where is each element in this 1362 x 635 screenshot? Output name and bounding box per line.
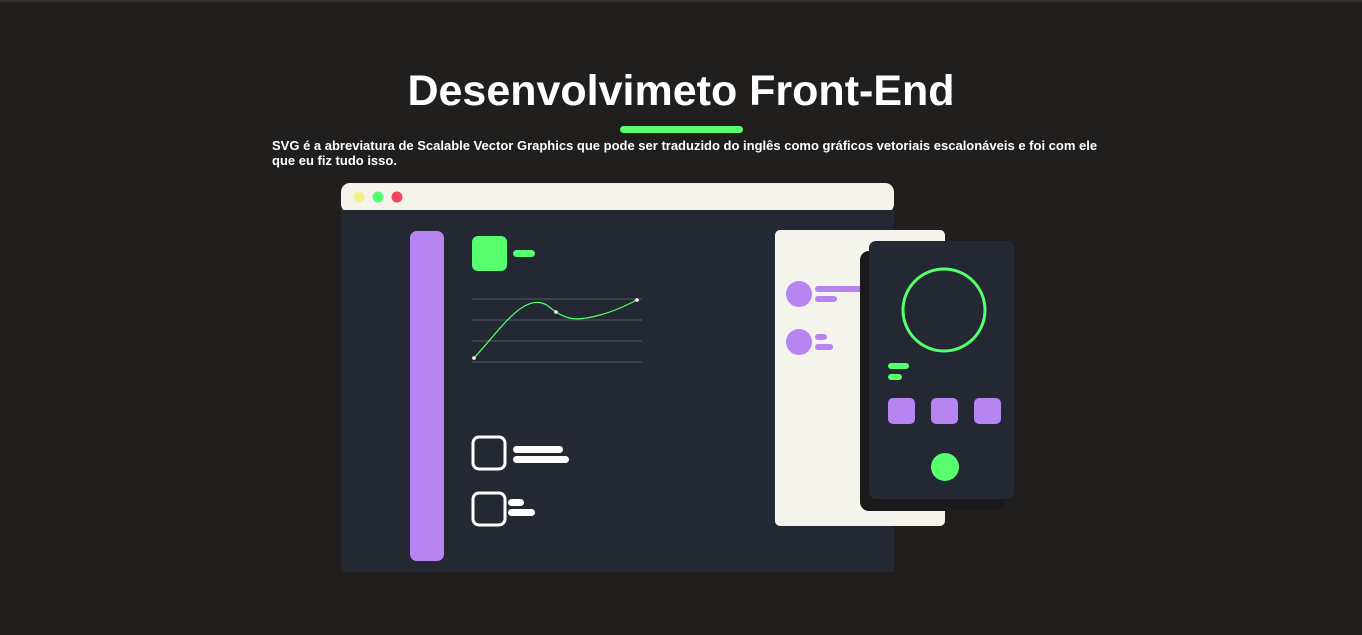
checkbox-label-line [508,499,524,506]
checkbox-label-line [513,446,563,453]
checkbox-label-line [508,509,535,516]
illustration [341,183,1014,572]
contact-line [815,344,833,350]
chart-point [554,310,558,314]
sidebar-bar [410,231,444,561]
contact-line [815,334,827,340]
yellow-dot-icon [353,191,365,203]
mobile-phone-icon [860,241,1014,511]
phone-label-line [888,363,909,369]
checkbox-label-line [513,456,569,463]
green-label-line [513,250,535,257]
avatar-icon [786,329,812,355]
green-dot-icon [372,191,384,203]
phone-tile [888,398,915,424]
contact-line [815,286,865,292]
phone-tile [974,398,1001,424]
chart-point [635,298,639,302]
avatar-icon [786,281,812,307]
browser-title-bar [341,183,894,213]
contact-line [815,296,837,302]
green-square-icon [472,236,507,271]
phone-label-line [888,374,902,380]
chart-point [472,356,476,360]
red-dot-icon [391,191,403,203]
phone-home-button [931,453,959,481]
phone-tile [931,398,958,424]
